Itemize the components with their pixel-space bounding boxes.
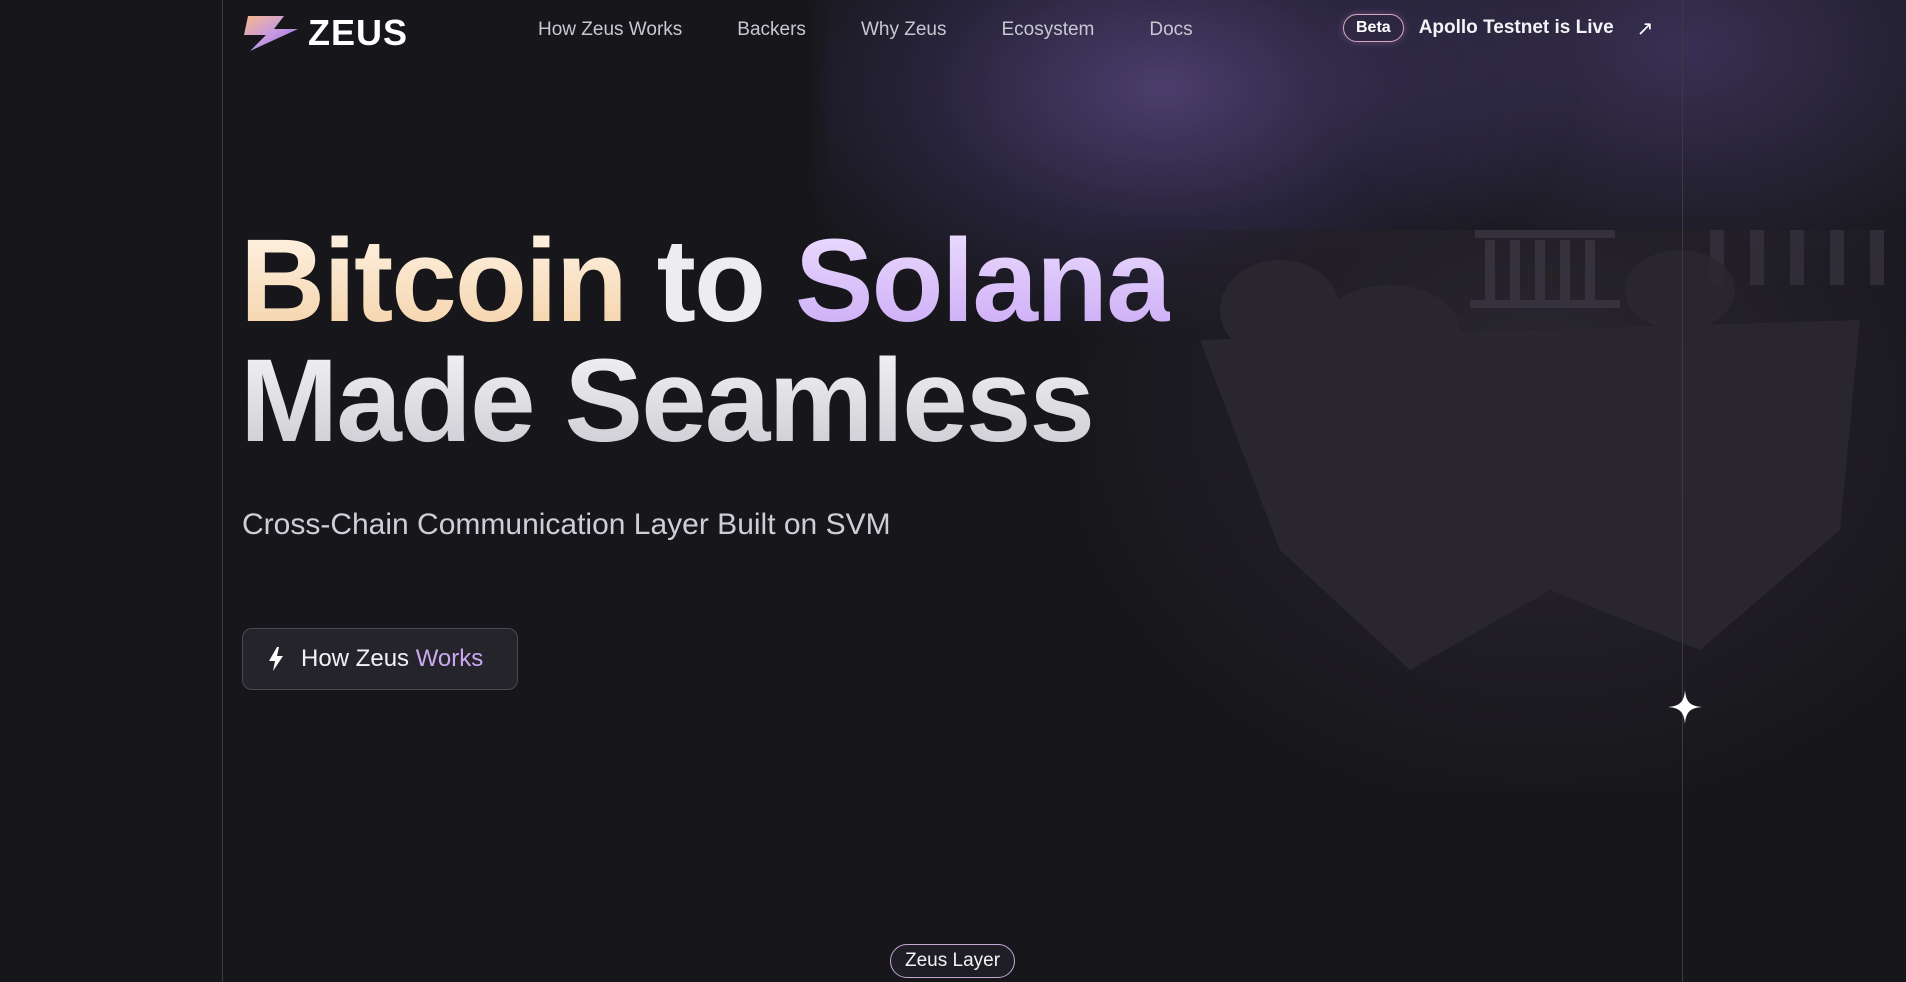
zeus-logo[interactable]: ZEUS — [244, 12, 408, 54]
temple-illustration — [1200, 230, 1884, 670]
testnet-text: Apollo Testnet is Live — [1418, 17, 1614, 38]
nav-docs[interactable]: Docs — [1149, 19, 1192, 41]
beta-badge: Beta — [1343, 14, 1404, 42]
nav-ecosystem[interactable]: Ecosystem — [1001, 19, 1094, 41]
zeus-layer-pill: Zeus Layer — [890, 944, 1016, 978]
hero-title-solana: Solana — [794, 215, 1172, 347]
cta-label-part1: How Zeus — [301, 645, 416, 672]
logo-text: ZEUS — [308, 12, 409, 53]
hero-title-bitcoin: Bitcoin — [240, 215, 628, 347]
hero-title-line-2: Made Seamless — [240, 342, 1095, 460]
nav-backers[interactable]: Backers — [737, 19, 806, 41]
guide-line-right — [1682, 0, 1683, 982]
bolt-icon — [269, 647, 283, 671]
nav-why-zeus[interactable]: Why Zeus — [861, 19, 947, 41]
hero-background — [0, 0, 1906, 982]
lightning-bolt-icon — [244, 16, 298, 51]
hero-title-line-1: Bitcoin to Solana — [240, 222, 1172, 340]
testnet-announcement-link[interactable]: Beta Apollo Testnet is Live ↗ — [1343, 14, 1653, 42]
arrow-up-right-icon: ↗ — [1636, 17, 1654, 40]
how-zeus-works-button[interactable]: How Zeus Works — [242, 628, 518, 690]
floating-island-image — [1080, 230, 1906, 790]
main-nav: How Zeus Works Backers Why Zeus Ecosyste… — [538, 19, 1193, 41]
nav-how-zeus-works[interactable]: How Zeus Works — [538, 19, 682, 41]
hero-title-made-seamless: Made Seamless — [240, 335, 1095, 467]
sparkle-icon — [1668, 690, 1702, 724]
cta-label: How Zeus Works — [301, 645, 483, 673]
hero-subtitle: Cross-Chain Communication Layer Built on… — [242, 508, 891, 541]
guide-line-left — [222, 0, 223, 982]
cta-label-part2: Works — [415, 645, 484, 672]
hero-title-to: to — [656, 215, 766, 347]
